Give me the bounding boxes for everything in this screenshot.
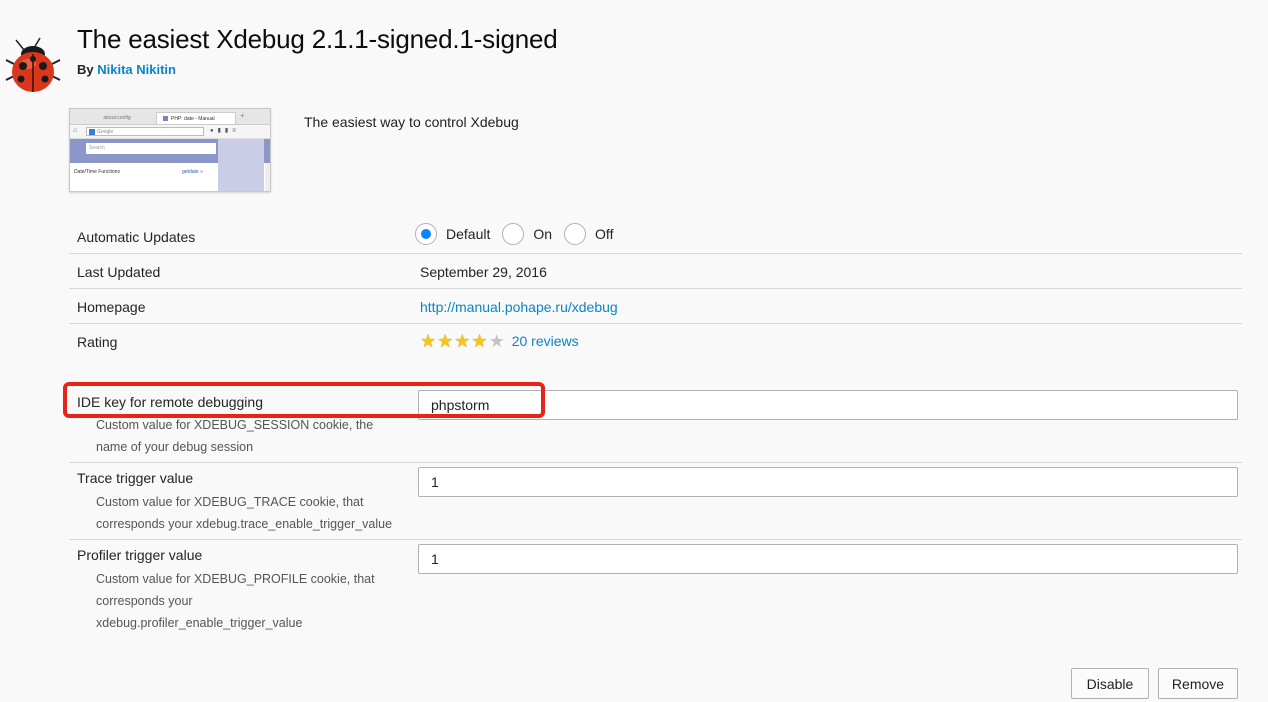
star-empty-icon: ★ bbox=[488, 331, 505, 351]
homepage-value: http://manual.pohape.ru/xdebug bbox=[420, 299, 618, 315]
radio-default-label: Default bbox=[446, 226, 491, 242]
remove-button[interactable]: Remove bbox=[1158, 668, 1238, 699]
thumb-page-body: Date/Time Functions getdate » bbox=[70, 139, 270, 191]
thumb-tab-1: about:config bbox=[103, 115, 131, 121]
radio-off-circle[interactable] bbox=[564, 223, 587, 245]
thumb-toolbar-icons: ●▮▮≡ bbox=[210, 128, 240, 134]
ide-key-label: IDE key for remote debugging bbox=[77, 394, 263, 410]
addon-details-page: The easiest Xdebug 2.1.1-signed.1-signed… bbox=[0, 0, 1268, 702]
trace-label: Trace trigger value bbox=[77, 470, 194, 486]
radio-off-label: Off bbox=[595, 226, 614, 242]
last-updated-value: September 29, 2016 bbox=[420, 264, 547, 280]
pref-trace-row: Trace trigger value Custom value for XDE… bbox=[69, 463, 1242, 540]
disable-button[interactable]: Disable bbox=[1071, 668, 1149, 699]
auto-updates-label: Automatic Updates bbox=[77, 229, 196, 245]
profiler-label: Profiler trigger value bbox=[77, 547, 203, 563]
thumb-section-title: Date/Time Functions bbox=[74, 169, 120, 175]
addon-description: The easiest way to control Xdebug bbox=[304, 114, 519, 130]
trace-description: Custom value for XDEBUG_TRACE cookie, th… bbox=[96, 495, 393, 531]
homepage-link[interactable]: http://manual.pohape.ru/xdebug bbox=[420, 299, 618, 315]
homepage-label: Homepage bbox=[77, 299, 146, 315]
auto-updates-row: Automatic Updates Default On Off bbox=[69, 219, 1242, 254]
radio-on-circle[interactable] bbox=[502, 223, 525, 245]
radio-on-label: On bbox=[533, 226, 553, 242]
radio-default-circle[interactable] bbox=[415, 223, 437, 245]
profiler-input[interactable] bbox=[418, 544, 1238, 574]
pref-ide-key-row: IDE key for remote debugging Custom valu… bbox=[69, 386, 1242, 463]
author-byline: By Nikita Nikitin bbox=[77, 62, 176, 77]
profiler-description: Custom value for XDEBUG_PROFILE cookie, … bbox=[96, 572, 375, 630]
addon-title: The easiest Xdebug 2.1.1-signed.1-signed bbox=[77, 24, 558, 54]
ladybug-icon bbox=[4, 34, 62, 94]
rating-row: Rating ★ ★ ★ ★ ★ 20 reviews bbox=[69, 324, 1242, 359]
rating-stars: ★ ★ ★ ★ ★ 20 reviews bbox=[420, 332, 579, 350]
star-icon: ★ bbox=[437, 331, 454, 351]
ide-key-description: Custom value for XDEBUG_SESSION cookie, … bbox=[96, 418, 374, 454]
thumb-sidebar bbox=[218, 139, 264, 191]
radio-default[interactable]: Default bbox=[415, 223, 490, 245]
homepage-row: Homepage http://manual.pohape.ru/xdebug bbox=[69, 289, 1242, 324]
rating-label: Rating bbox=[77, 334, 118, 350]
radio-off[interactable]: Off bbox=[564, 223, 613, 245]
thumb-scrollbar bbox=[265, 163, 270, 191]
radio-on[interactable]: On bbox=[502, 223, 552, 245]
star-icon: ★ bbox=[471, 331, 488, 351]
pref-profiler-row: Profiler trigger value Custom value for … bbox=[69, 540, 1242, 640]
thumb-page-search: Search bbox=[86, 143, 216, 154]
thumb-home-icon: ⌂ bbox=[73, 127, 78, 134]
thumb-newtab-icon: + bbox=[240, 111, 245, 120]
star-icon: ★ bbox=[454, 331, 471, 351]
auto-updates-radio-group: Default On Off bbox=[415, 223, 625, 245]
thumb-tab-2: PHP: date - Manual bbox=[156, 112, 236, 124]
ide-key-input[interactable] bbox=[418, 390, 1238, 420]
thumb-tabbar: about:config PHP: date - Manual + bbox=[70, 109, 270, 125]
last-updated-label: Last Updated bbox=[77, 264, 161, 280]
by-label: By bbox=[77, 62, 94, 77]
author-link[interactable]: Nikita Nikitin bbox=[97, 62, 176, 77]
thumb-link: getdate » bbox=[182, 169, 203, 175]
thumb-search-box: Google bbox=[86, 127, 204, 136]
trace-input[interactable] bbox=[418, 467, 1238, 497]
reviews-link[interactable]: 20 reviews bbox=[512, 333, 579, 349]
last-updated-row: Last Updated September 29, 2016 bbox=[69, 254, 1242, 289]
screenshot-thumbnail[interactable]: about:config PHP: date - Manual + ⌂ Goog… bbox=[69, 108, 271, 192]
thumb-navbar: ⌂ Google ●▮▮≡ bbox=[70, 125, 270, 139]
star-icon: ★ bbox=[420, 331, 437, 351]
